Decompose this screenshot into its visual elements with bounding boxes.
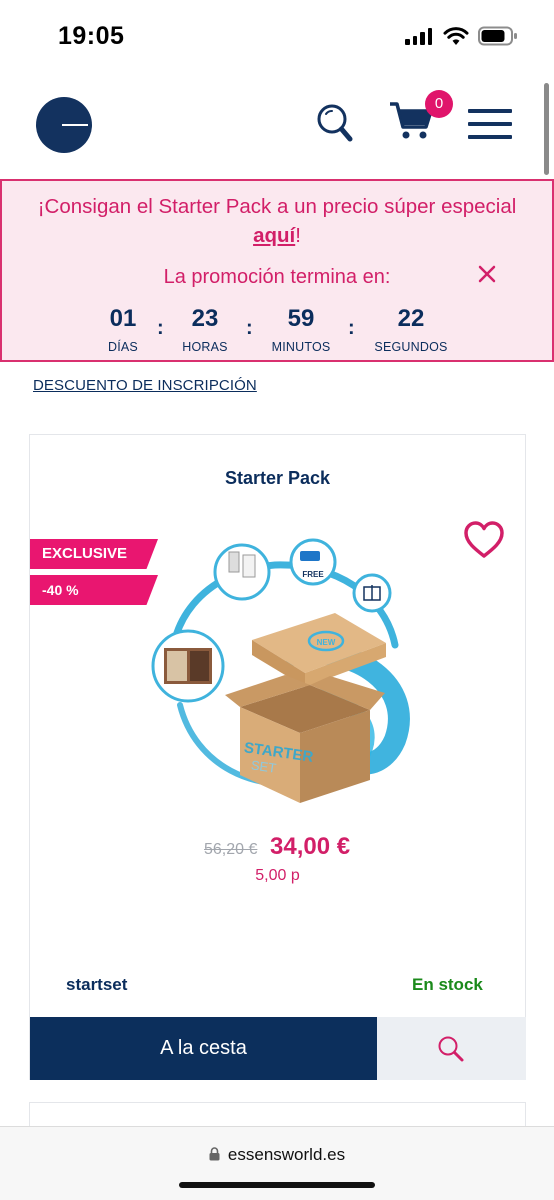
- product-card: Starter Pack EXCLUSIVE -40 % FREE NEW ST…: [29, 434, 526, 1080]
- countdown-minutes: 59 MINUTOS: [256, 305, 346, 354]
- quick-view-button[interactable]: [377, 1017, 526, 1080]
- stock-status: En stock: [412, 975, 483, 994]
- url-text: essensworld.es: [227, 1145, 346, 1164]
- countdown-days: 01 DÍAS: [78, 305, 168, 354]
- product-image[interactable]: FREE NEW STARTER SET: [145, 535, 415, 810]
- countdown-minutes-value: 59: [287, 305, 315, 332]
- lock-icon: [209, 1147, 220, 1161]
- lid-label: NEW: [317, 638, 336, 647]
- url-display[interactable]: essensworld.es: [0, 1145, 554, 1165]
- cellular-signal-icon: [405, 28, 432, 45]
- countdown-separator: :: [348, 317, 355, 339]
- promo-link-line: aquí!: [2, 224, 552, 248]
- product-sku: startset: [66, 975, 128, 994]
- promo-text: ¡Consigan el Starter Pack a un precio sú…: [37, 195, 517, 218]
- product-title[interactable]: Starter Pack: [30, 468, 525, 489]
- cart-count-badge: 0: [425, 90, 453, 118]
- countdown-seconds-value: 22: [397, 305, 425, 332]
- countdown-minutes-label: MINUTOS: [271, 340, 331, 354]
- price-old: 56,20 €: [204, 841, 258, 858]
- essens-logo[interactable]: [36, 97, 92, 153]
- countdown-hours-label: HORAS: [182, 340, 228, 354]
- search-icon: [438, 1036, 464, 1062]
- countdown-seconds: 22 SEGUNDOS: [366, 305, 456, 354]
- countdown-days-value: 01: [109, 305, 137, 332]
- status-bar: 19:05: [0, 0, 554, 70]
- promo-link[interactable]: aquí: [253, 224, 295, 247]
- countdown-separator: :: [246, 317, 253, 339]
- countdown-hours-value: 23: [191, 305, 219, 332]
- registration-discount-link[interactable]: DESCUENTO DE INSCRIPCIÓN: [33, 377, 257, 394]
- free-label: FREE: [302, 570, 324, 579]
- promo-suffix: !: [295, 224, 301, 247]
- search-icon[interactable]: [316, 103, 354, 145]
- promo-banner: ¡Consigan el Starter Pack a un precio sú…: [0, 179, 554, 362]
- promo-ends-label: La promoción termina en:: [163, 266, 391, 288]
- product-points: 5,00 p: [255, 867, 300, 884]
- wifi-icon: [443, 27, 469, 45]
- countdown-seconds-label: SEGUNDOS: [374, 340, 448, 354]
- price-new: 34,00 €: [270, 833, 351, 860]
- site-header: [0, 80, 554, 175]
- exclusive-badge: EXCLUSIVE: [30, 539, 158, 569]
- add-to-cart-button[interactable]: A la cesta: [30, 1017, 377, 1080]
- browser-address-bar[interactable]: essensworld.es: [0, 1126, 554, 1200]
- battery-icon: [478, 26, 517, 46]
- countdown-hours: 23 HORAS: [160, 305, 250, 354]
- home-indicator[interactable]: [179, 1182, 375, 1188]
- status-time: 19:05: [58, 22, 125, 50]
- menu-icon[interactable]: [468, 109, 512, 139]
- heart-icon[interactable]: [463, 520, 505, 560]
- scrollbar[interactable]: [544, 83, 549, 175]
- discount-badge: -40 %: [30, 575, 158, 605]
- countdown-days-label: DÍAS: [108, 340, 138, 354]
- close-icon[interactable]: [476, 263, 498, 285]
